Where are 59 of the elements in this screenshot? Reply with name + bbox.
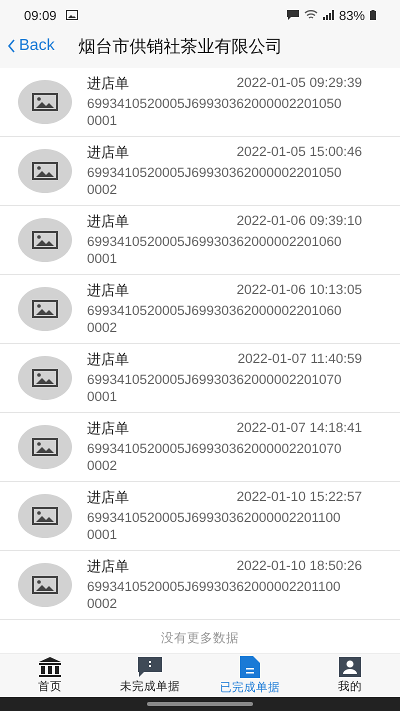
bank-icon (39, 657, 61, 677)
no-more-data-text: 没有更多数据 (160, 630, 240, 647)
image-placeholder-icon (18, 356, 72, 400)
order-row[interactable]: 进店单 2022-01-06 09:39:10 6993410520005J699303620000022010600001 (0, 206, 400, 275)
order-number: 6993410520005J699303620000022011000002 (87, 578, 342, 612)
order-row[interactable]: 进店单 2022-01-07 11:40:59 6993410520005J699303620000022010700001 (0, 344, 400, 413)
image-placeholder-icon (18, 287, 72, 331)
nav-tab[interactable]: 未完成单据 (100, 654, 200, 697)
order-time: 2022-01-07 14:18:41 (236, 420, 362, 437)
order-number: 6993410520005J699303620000022010700002 (87, 440, 343, 474)
order-number: 6993410520005J699303620000022010700001 (87, 371, 343, 405)
order-row[interactable]: 进店单 2022-01-06 10:13:05 6993410520005J699303620000022010600002 (0, 275, 400, 344)
order-type: 进店单 (87, 213, 129, 231)
order-time: 2022-01-07 11:40:59 (238, 351, 362, 368)
order-number: 6993410520005J699303620000022010600002 (87, 302, 343, 336)
status-time: 09:09 (24, 8, 57, 22)
order-time: 2022-01-06 10:13:05 (236, 282, 362, 299)
battery-icon (370, 10, 376, 20)
order-type: 进店单 (87, 144, 129, 162)
battery-percent: 83% (338, 8, 365, 22)
image-placeholder-icon (18, 425, 72, 469)
order-type: 进店单 (87, 489, 129, 507)
order-row[interactable]: 进店单 2022-01-07 14:18:41 6993410520005J699303620000022010700002 (0, 413, 400, 482)
nav-tab[interactable]: 首页 (0, 654, 100, 697)
order-type: 进店单 (87, 282, 129, 300)
nav-tab[interactable]: 已完成单据 (200, 654, 300, 697)
order-time: 2022-01-05 09:29:39 (236, 75, 362, 92)
image-icon (66, 10, 78, 20)
message-icon (138, 657, 162, 677)
order-row[interactable]: 进店单 2022-01-10 15:22:57 6993410520005J699303620000022011000001 (0, 482, 400, 551)
order-type: 进店单 (87, 420, 129, 438)
back-chevron-icon (8, 39, 15, 53)
wifi-icon (304, 10, 318, 20)
order-type: 进店单 (87, 351, 129, 369)
order-time: 2022-01-10 18:50:26 (236, 558, 362, 575)
home-indicator[interactable] (147, 702, 253, 706)
page-title: 烟台市供销社茶业有限公司 (78, 36, 283, 58)
order-row[interactable]: 进店单 2022-01-10 18:50:26 6993410520005J699303620000022011000002 (0, 551, 400, 620)
order-number: 6993410520005J699303620000022010500001 (87, 95, 343, 129)
order-type: 进店单 (87, 75, 129, 93)
image-placeholder-icon (18, 563, 72, 607)
order-row[interactable]: 进店单 2022-01-05 09:29:39 6993410520005J699303620000022010500001 (0, 68, 400, 137)
message-icon (286, 10, 299, 20)
order-time: 2022-01-06 09:39:10 (236, 213, 362, 230)
nav-tab[interactable]: 我的 (300, 654, 400, 697)
order-number: 6993410520005J699303620000022010600001 (87, 233, 343, 267)
image-placeholder-icon (18, 494, 72, 538)
image-placeholder-icon (18, 149, 72, 193)
order-type: 进店单 (87, 558, 129, 576)
image-placeholder-icon (18, 80, 72, 124)
order-row[interactable]: 进店单 2022-01-05 15:00:46 6993410520005J699303620000022010500002 (0, 137, 400, 206)
back-link[interactable]: Back (8, 37, 55, 55)
order-number: 6993410520005J699303620000022011000001 (87, 509, 342, 543)
order-time: 2022-01-05 15:00:46 (236, 144, 362, 161)
user-icon (339, 657, 361, 677)
order-number: 6993410520005J699303620000022010500002 (87, 164, 343, 198)
order-time: 2022-01-10 15:22:57 (236, 489, 362, 506)
document-icon (240, 656, 260, 678)
signal-icon (322, 10, 334, 20)
